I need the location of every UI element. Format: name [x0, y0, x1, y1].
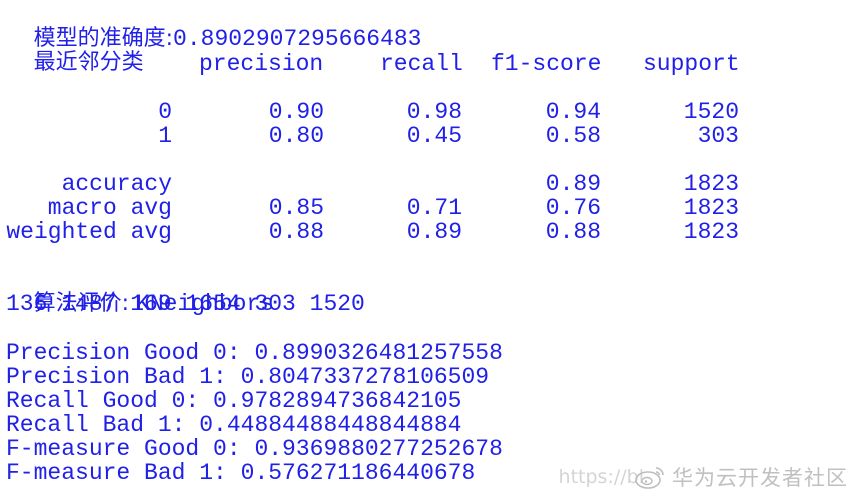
row-recall: 0.45	[406, 123, 462, 149]
watermark-brand: 华为云开发者社区	[672, 466, 848, 490]
col-f1-score: f1-score	[491, 51, 602, 77]
metric-value: 0.44884488448844884	[199, 412, 462, 438]
model-accuracy-line: 模型的准确度:0.8902907295666483	[6, 3, 422, 52]
row-label: weighted avg	[6, 219, 172, 245]
accuracy-value: 0.8902907295666483	[173, 26, 422, 52]
col-support: support	[643, 51, 740, 77]
classifier-name-line: 最近邻分类	[6, 27, 144, 75]
row-precision: 0.80	[268, 123, 324, 149]
metric-value: 0.576271186440678	[240, 460, 476, 486]
classifier-name: 最近邻分类	[33, 50, 144, 75]
row-f1: 0.58	[545, 123, 601, 149]
weibo-icon	[634, 464, 668, 490]
row-recall: 0.89	[406, 219, 462, 245]
row-label: macro avg	[47, 195, 172, 221]
metric-line: Precision Bad 1: 0.8047337278106509	[6, 365, 489, 389]
row-precision: 0.88	[268, 219, 324, 245]
row-support: 1823	[683, 219, 739, 245]
row-support: 303	[697, 123, 739, 149]
row-precision: 0.85	[268, 195, 324, 221]
metric-line: Precision Good 0: 0.8990326481257558	[6, 341, 503, 365]
metric-value: 0.8990326481257558	[254, 340, 503, 366]
watermark-url: https://bl	[558, 466, 644, 488]
row-recall: 0.71	[406, 195, 462, 221]
evaluation-title: 算法评价: KNeighbors	[6, 268, 274, 317]
metric-label: Precision Good 0:	[6, 340, 255, 366]
row-f1: 0.89	[545, 171, 601, 197]
watermark: https://bl 华为云开发者社区	[559, 462, 848, 492]
row-label: 0	[158, 99, 172, 125]
metric-line: Recall Good 0: 0.9782894736842105	[6, 389, 462, 413]
metric-label: Recall Bad 1:	[6, 412, 200, 438]
row-precision: 0.90	[268, 99, 324, 125]
metric-value: 0.9782894736842105	[213, 388, 462, 414]
row-f1: 0.88	[545, 219, 601, 245]
row-support: 1823	[683, 171, 739, 197]
row-f1: 0.94	[545, 99, 601, 125]
row-support: 1520	[683, 99, 739, 125]
confusion-counts: 136 1487 169 1654 303 1520	[6, 291, 365, 317]
col-precision: precision	[199, 51, 324, 77]
metric-label: F-measure Good 0:	[6, 436, 255, 462]
metric-label: Recall Good 0:	[6, 388, 214, 414]
metric-line: F-measure Good 0: 0.9369880277252678	[6, 437, 503, 461]
metric-line: Recall Bad 1: 0.44884488448844884	[6, 413, 461, 437]
row-recall: 0.98	[406, 99, 462, 125]
metric-line: F-measure Bad 1: 0.576271186440678	[6, 461, 475, 485]
metric-label: Precision Bad 1:	[6, 364, 241, 390]
row-f1: 0.76	[545, 195, 601, 221]
metric-value: 0.8047337278106509	[240, 364, 490, 390]
col-recall: recall	[380, 51, 463, 77]
metric-value: 0.9369880277252678	[254, 436, 503, 462]
metric-label: F-measure Bad 1:	[6, 460, 241, 486]
row-support: 1823	[683, 195, 739, 221]
row-label: accuracy	[61, 171, 172, 197]
row-label: 1	[158, 123, 172, 149]
